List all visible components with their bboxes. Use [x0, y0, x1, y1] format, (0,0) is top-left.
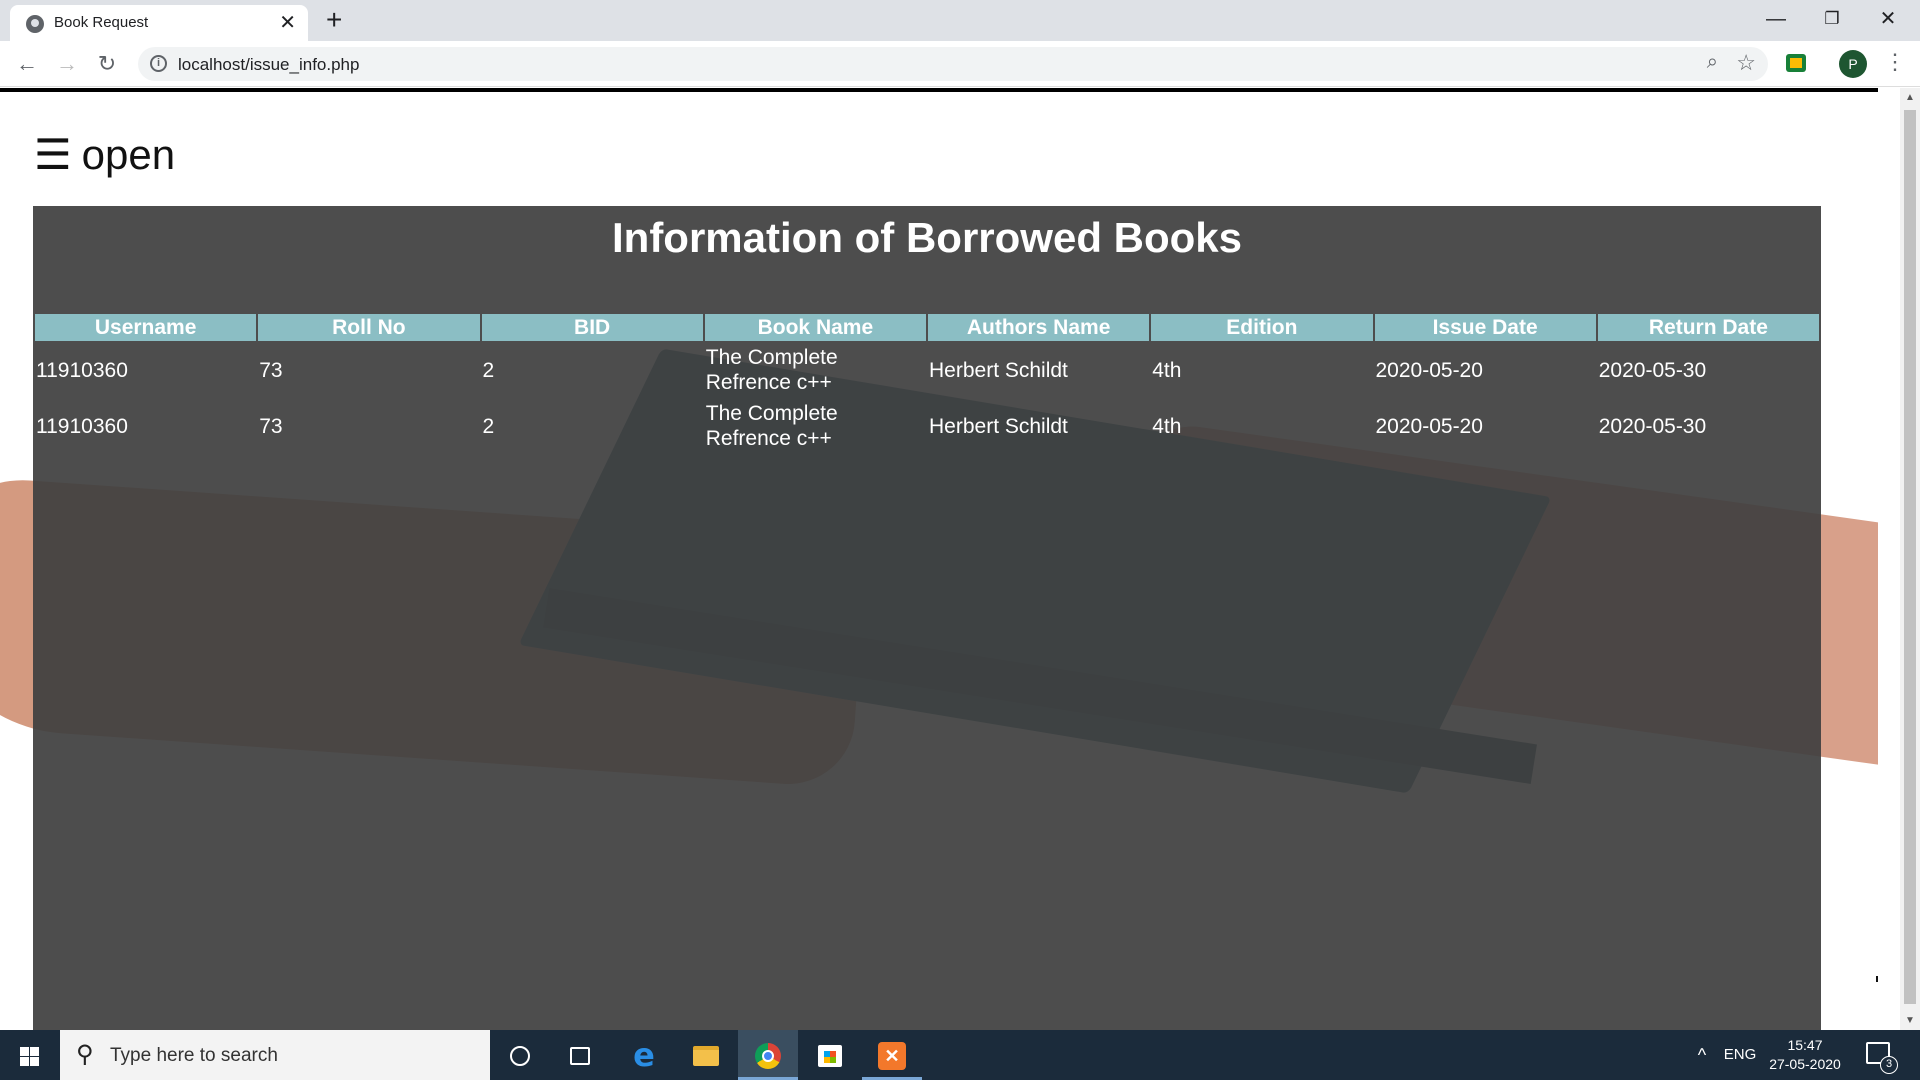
hamburger-icon: ☰	[34, 131, 72, 178]
cortana-button[interactable]	[490, 1030, 550, 1080]
column-header-edition: Edition	[1151, 314, 1373, 341]
cell-edition: 4th	[1152, 414, 1182, 438]
close-window-button[interactable]: ✕	[1860, 0, 1916, 38]
column-header-issue-date: Issue Date	[1374, 314, 1596, 341]
tab-close-button[interactable]: ✕	[279, 10, 296, 35]
column-header-roll-no: Roll No	[258, 314, 480, 341]
site-info-icon[interactable]: i	[150, 55, 167, 72]
windows-logo-icon	[20, 1047, 39, 1066]
minimize-button[interactable]: —	[1748, 0, 1804, 38]
vertical-scrollbar[interactable]: ▲ ▼	[1900, 88, 1920, 1030]
start-button[interactable]	[0, 1030, 60, 1080]
restore-button[interactable]: ❐	[1804, 0, 1860, 38]
reload-button[interactable]: ↻	[92, 49, 122, 79]
clock-date: 27-05-2020	[1769, 1056, 1841, 1072]
table-row: 11910360 73 2 The Complete Refrence c++ …	[35, 399, 1819, 453]
chrome-icon	[755, 1042, 781, 1069]
cell-issue-date: 2020-05-20	[1375, 358, 1483, 382]
column-header-username: Username	[35, 314, 257, 341]
cell-bid: 2	[482, 358, 495, 382]
chrome-taskbar-button[interactable]	[738, 1030, 798, 1080]
system-clock[interactable]: 15:47 27-05-2020	[1760, 1036, 1850, 1074]
column-header-authors-name: Authors Name	[928, 314, 1150, 341]
zoom-icon[interactable]: ⌕	[1707, 51, 1718, 74]
file-explorer-button[interactable]	[676, 1030, 736, 1080]
scroll-down-arrow-icon[interactable]: ▼	[1905, 1015, 1915, 1026]
store-taskbar-button[interactable]	[800, 1030, 860, 1080]
scrollbar-thumb[interactable]	[1904, 110, 1916, 1004]
table-row: 11910360 73 2 The Complete Refrence c++ …	[35, 343, 1819, 397]
cell-username: 11910360	[36, 414, 128, 438]
new-tab-button[interactable]: +	[326, 4, 342, 36]
clock-time: 15:47	[1787, 1037, 1823, 1053]
top-border	[0, 88, 1878, 92]
edge-icon: e	[633, 1036, 655, 1074]
url-text[interactable]: localhost/issue_info.php	[178, 55, 359, 75]
open-label: open	[81, 131, 176, 178]
column-header-book-name: Book Name	[704, 314, 926, 341]
cell-return-date: 2020-05-30	[1598, 358, 1707, 382]
browser-tabstrip: Book Request ✕ + — ❐ ✕	[0, 0, 1920, 41]
windows-taskbar: ⚲ Type here to search e ✕ ^ ENG 15:47 27…	[0, 1030, 1920, 1080]
forward-button[interactable]: →	[52, 49, 82, 79]
tab-title: Book Request	[54, 14, 149, 31]
cell-authors-name: Herbert Schildt	[929, 358, 1068, 382]
cursor-mark	[1876, 976, 1878, 982]
taskbar-search-box[interactable]: ⚲ Type here to search	[60, 1030, 490, 1080]
cell-username: 11910360	[36, 358, 128, 382]
search-icon: ⚲	[76, 1041, 94, 1068]
browser-menu-icon[interactable]: ⋮	[1884, 49, 1906, 75]
cell-issue-date: 2020-05-20	[1375, 414, 1483, 438]
page: ☰ open Information of Borrowed Books User…	[0, 88, 1900, 1030]
borrowed-books-table: Username Roll No BID Book Name Authors N…	[33, 312, 1821, 455]
xampp-taskbar-button[interactable]: ✕	[862, 1030, 922, 1080]
address-bar[interactable]: i localhost/issue_info.php ⌕ ☆	[138, 47, 1768, 81]
back-button[interactable]: ←	[12, 49, 42, 79]
cell-edition: 4th	[1152, 358, 1182, 382]
task-view-button[interactable]	[550, 1030, 610, 1080]
page-heading: Information of Borrowed Books	[612, 214, 1242, 261]
table-header-row: Username Roll No BID Book Name Authors N…	[35, 314, 1819, 341]
cell-authors-name: Herbert Schildt	[929, 414, 1068, 438]
column-header-return-date: Return Date	[1597, 314, 1819, 341]
cell-return-date: 2020-05-30	[1598, 414, 1707, 438]
sidenav-open-button[interactable]: ☰ open	[34, 130, 175, 179]
profile-avatar[interactable]: P	[1839, 50, 1867, 78]
bookmark-star-icon[interactable]: ☆	[1736, 50, 1756, 76]
cell-bid: 2	[482, 414, 495, 438]
notification-count-badge: 3	[1880, 1056, 1898, 1074]
scroll-up-arrow-icon[interactable]: ▲	[1905, 92, 1915, 103]
edge-taskbar-button[interactable]: e	[614, 1030, 674, 1080]
xampp-icon: ✕	[878, 1041, 906, 1070]
task-view-icon	[570, 1046, 590, 1065]
browser-toolbar: ← → ↻ i localhost/issue_info.php ⌕ ☆ P ⋮	[0, 41, 1920, 87]
cortana-icon	[510, 1045, 530, 1066]
search-placeholder[interactable]: Type here to search	[110, 1045, 278, 1067]
browser-tab[interactable]: Book Request ✕	[10, 5, 308, 41]
store-icon	[818, 1044, 842, 1067]
tray-chevron-icon[interactable]: ^	[1690, 1030, 1714, 1080]
globe-icon	[26, 15, 44, 33]
column-header-bid: BID	[481, 314, 703, 341]
cell-roll-no: 73	[259, 414, 283, 438]
cell-roll-no: 73	[259, 358, 283, 382]
extension-icon[interactable]	[1786, 54, 1806, 72]
cell-book-name: The Complete Refrence c++	[705, 346, 838, 394]
language-indicator[interactable]: ENG	[1720, 1030, 1760, 1080]
folder-icon	[693, 1045, 719, 1066]
cell-book-name: The Complete Refrence c++	[705, 402, 838, 450]
